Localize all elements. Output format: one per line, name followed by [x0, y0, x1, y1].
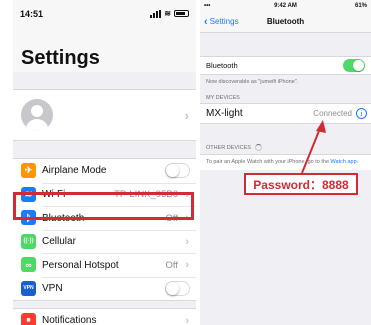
status-icons: ≋	[150, 9, 189, 18]
other-devices-label: OTHER DEVICES	[206, 144, 251, 151]
row-label: VPN	[42, 283, 63, 295]
bluetooth-toggle-row: Bluetooth	[200, 56, 371, 75]
bluetooth-icon: ᛒ	[21, 210, 36, 226]
connectivity-group: ✈ Airplane Mode ≋ Wi-Fi TP-LINK_95B6 › ᛒ…	[13, 158, 196, 301]
nav-title: Bluetooth	[266, 17, 305, 26]
my-devices-header: MY DEVICES	[206, 95, 240, 101]
nav-bar: ‹ Settings Bluetooth	[200, 11, 371, 33]
page-title: Settings	[13, 27, 196, 72]
cellular-icon: ((·))	[21, 233, 36, 249]
chevron-right-icon: ›	[185, 212, 189, 225]
row-label: Cellular	[42, 236, 76, 248]
wifi-icon: ≋	[21, 186, 36, 202]
settings-row-cellular[interactable]: ((·)) Cellular ›	[13, 229, 196, 254]
settings-row-wifi[interactable]: ≋ Wi-Fi TP-LINK_95B6 ›	[13, 182, 196, 207]
back-button[interactable]: ‹ Settings	[204, 16, 239, 28]
airplane-mode-toggle[interactable]	[165, 163, 190, 179]
device-name: MX-light	[206, 108, 243, 119]
settings-row-personal-hotspot[interactable]: ∞ Personal Hotspot Off ›	[13, 253, 196, 277]
other-devices-header: OTHER DEVICES	[200, 124, 371, 154]
info-icon[interactable]: i	[356, 108, 367, 119]
device-status: Connected	[313, 109, 352, 118]
battery-percent: 61%	[354, 2, 367, 9]
bluetooth-screen: ••• 9:42 AM 61% ‹ Settings Bluetooth Blu…	[200, 0, 371, 325]
settings-row-vpn[interactable]: VPN VPN	[13, 276, 196, 301]
spinner-icon	[254, 144, 262, 151]
bluetooth-toggle[interactable]	[343, 59, 365, 72]
settings-row-bluetooth[interactable]: ᛒ Bluetooth Off ›	[13, 206, 196, 230]
password-callout: Password：8888	[244, 173, 358, 195]
row-value: Off	[165, 259, 179, 271]
avatar	[21, 99, 53, 131]
notifications-icon: ■	[21, 313, 36, 325]
row-label: Notifications	[42, 315, 97, 325]
status-time: 9:42 AM	[274, 2, 297, 9]
chevron-right-icon: ›	[185, 188, 189, 201]
discoverable-text: Now discoverable as "jumeifi iPhone".	[206, 79, 299, 85]
row-label: Airplane Mode	[42, 165, 107, 177]
signal-icon	[150, 9, 162, 18]
chevron-left-icon: ‹	[204, 15, 208, 28]
carrier-signal: •••	[204, 2, 211, 9]
row-label: Wi-Fi	[42, 189, 66, 201]
bluetooth-label: Bluetooth	[206, 61, 238, 70]
battery-icon	[174, 10, 189, 17]
vpn-toggle[interactable]	[165, 281, 190, 297]
watch-app-link[interactable]: Watch app.	[331, 159, 359, 165]
apple-id-profile-row[interactable]: ›	[13, 89, 196, 141]
vpn-icon: VPN	[21, 280, 36, 296]
chevron-right-icon: ›	[185, 259, 189, 272]
status-bar: 14:51 ≋	[13, 0, 196, 27]
settings-screen: 14:51 ≋ Settings › ✈ Airplane Mode ≋ Wi-…	[13, 0, 196, 325]
notifications-group: ■ Notifications ›	[13, 308, 196, 325]
device-row[interactable]: MX-light Connected i	[200, 103, 371, 124]
row-label: Bluetooth	[42, 212, 85, 224]
watch-note-text: To pair an Apple Watch with your iPhone,…	[206, 159, 330, 165]
settings-row-airplane-mode[interactable]: ✈ Airplane Mode	[13, 159, 196, 183]
back-label: Settings	[209, 17, 239, 26]
row-value: Off	[165, 212, 179, 224]
apple-watch-note: To pair an Apple Watch with your iPhone,…	[200, 154, 371, 171]
row-value: TP-LINK_95B6	[114, 189, 178, 201]
chevron-right-icon: ›	[185, 235, 189, 248]
status-time: 14:51	[20, 8, 44, 19]
chevron-right-icon: ›	[185, 314, 189, 325]
status-bar: ••• 9:42 AM 61%	[200, 0, 371, 11]
wifi-status-icon: ≋	[164, 9, 171, 18]
row-label: Personal Hotspot	[42, 259, 119, 271]
chevron-right-icon: ›	[184, 107, 189, 123]
hotspot-icon: ∞	[21, 257, 36, 273]
settings-row-notifications[interactable]: ■ Notifications ›	[13, 309, 196, 325]
airplane-icon: ✈	[21, 163, 36, 179]
